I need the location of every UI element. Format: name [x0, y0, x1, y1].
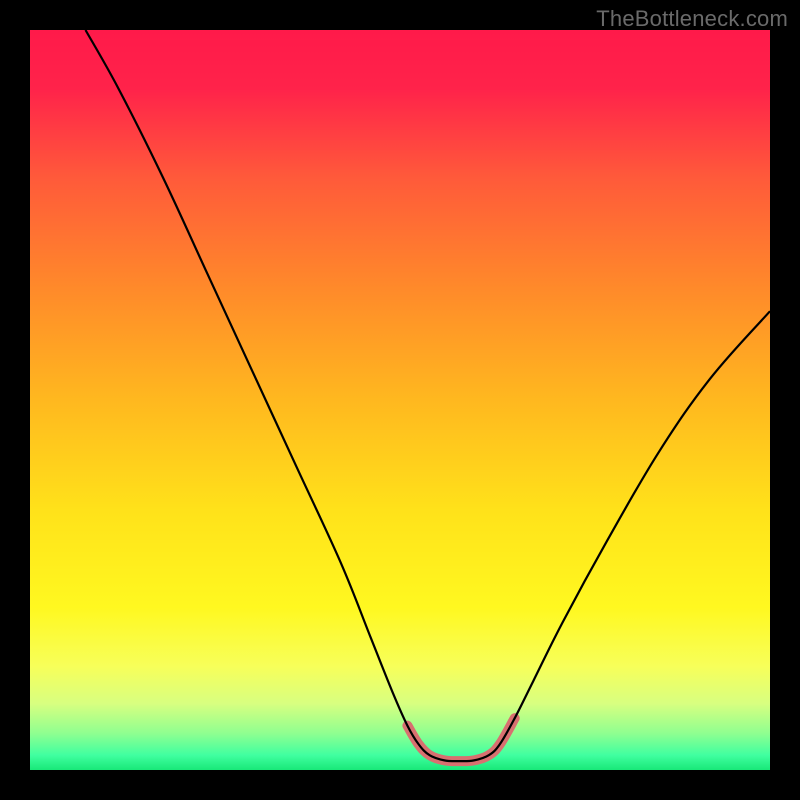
plot-background — [30, 30, 770, 770]
chart-container — [0, 0, 800, 800]
bottleneck-chart — [0, 0, 800, 800]
watermark-text: TheBottleneck.com — [596, 6, 788, 32]
